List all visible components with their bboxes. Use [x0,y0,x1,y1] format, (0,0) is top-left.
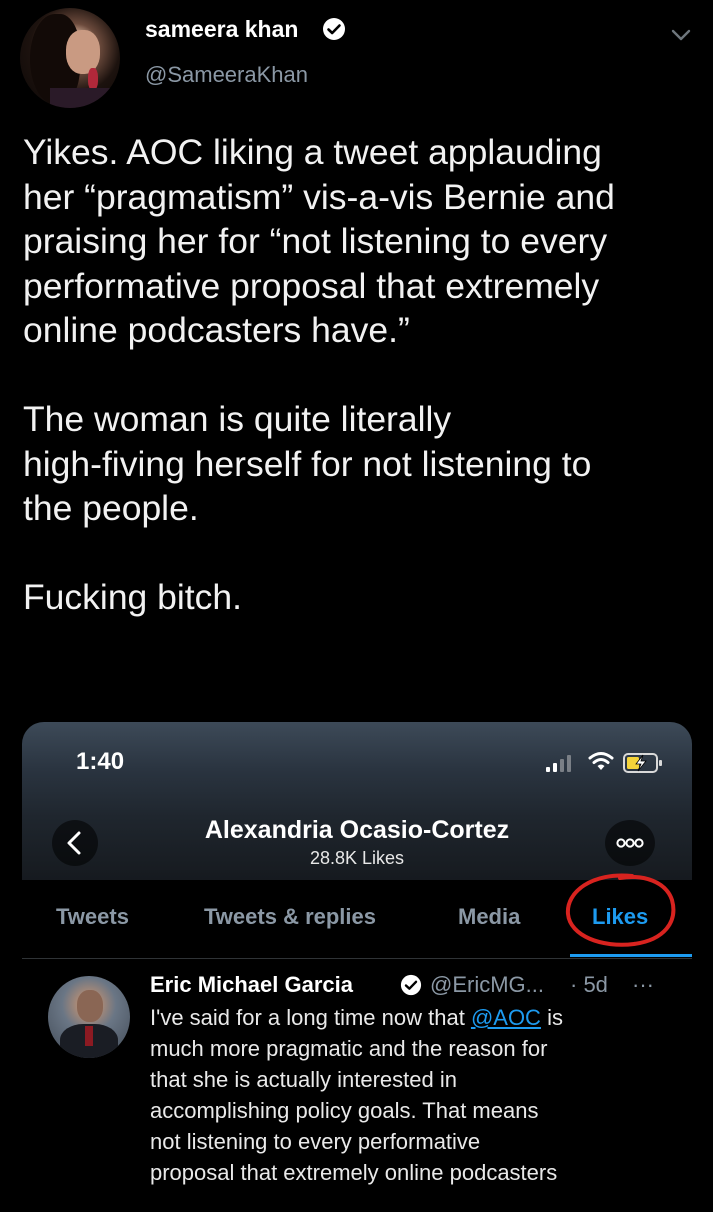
tweet-paragraph: Fucking bitch. [23,575,703,620]
tweet-text: Yikes. AOC liking a tweet applauding her… [23,130,703,664]
liked-tweet-line: accomplishing policy goals. That means [150,1098,539,1123]
active-tab-indicator [570,954,692,957]
liked-tweet-line: not listening to every performative [150,1129,481,1154]
author-avatar[interactable] [20,8,120,108]
tweet-line: The woman is quite literally [23,399,452,439]
profile-name: Alexandria Ocasio-Cortez [204,816,510,844]
liked-tweet-author-name[interactable]: Eric Michael Garcia [150,972,353,998]
tweet-line: Fucking bitch. [23,577,243,617]
author-display-name[interactable]: sameera khan [145,16,298,43]
liked-tweet-line: that she is actually interested in [150,1067,457,1092]
liked-tweet-more-button[interactable]: ··· [632,972,654,998]
battery-charging-icon [623,753,662,773]
liked-tweet-line: proposal that extremely online podcaster… [150,1160,558,1185]
cellular-signal-icon [546,755,571,772]
liked-tweet-timestamp[interactable]: · 5d [570,972,608,998]
tweet-line: online podcasters have.” [23,310,410,350]
tab-divider [22,958,692,959]
chevron-down-icon[interactable] [668,22,694,48]
liked-tweet-text: I've said for a long time now that @AOC … [150,1002,680,1188]
tweet-line: high-fiving herself for not listening to [23,443,592,484]
likes-count: 28.8K Likes [309,848,405,868]
tab-tweets[interactable]: Tweets [56,904,129,930]
embedded-screenshot[interactable]: 1:40 Alexandria Ocasio-Cortez 28.8K Like… [22,722,692,1212]
liked-tweet-text-segment: is [540,1005,563,1030]
tab-media[interactable]: Media [458,904,520,930]
red-annotation-circle [565,873,676,947]
tab-tweets-and-replies[interactable]: Tweets & replies [204,904,376,930]
liked-tweet-line: I've said for a long time now that @AOC … [150,1002,680,1033]
tweet-line: her “pragmatism” vis-a-vis Bernie and [23,176,615,217]
tweet-paragraph: Yikes. AOC liking a tweet applauding her… [23,130,703,353]
profile-options-button[interactable] [605,820,655,866]
tweet-paragraph: The woman is quite literally high-fiving… [23,397,703,531]
liked-tweet-avatar[interactable] [48,976,130,1058]
author-handle[interactable]: @SameeraKhan [145,62,308,88]
tweet-line: Yikes. AOC liking a tweet applauding [23,132,602,172]
tweet-line: the people. [23,488,199,528]
tweet-line: praising her for “not listening to every [23,221,608,261]
verified-badge-icon [400,974,422,996]
wifi-icon [588,752,614,770]
liked-tweet-handle[interactable]: @EricMG... [430,972,544,998]
mention-link[interactable]: @AOC [471,1005,541,1030]
liked-tweet-text-segment: I've said for a long time now that [150,1005,471,1030]
tweet-line: performative proposal that extremely [23,265,600,306]
verified-badge-icon [323,18,345,40]
status-bar-time: 1:40 [76,748,125,775]
liked-tweet-line: much more pragmatic and the reason for [150,1036,548,1061]
more-options-icon [616,838,644,848]
